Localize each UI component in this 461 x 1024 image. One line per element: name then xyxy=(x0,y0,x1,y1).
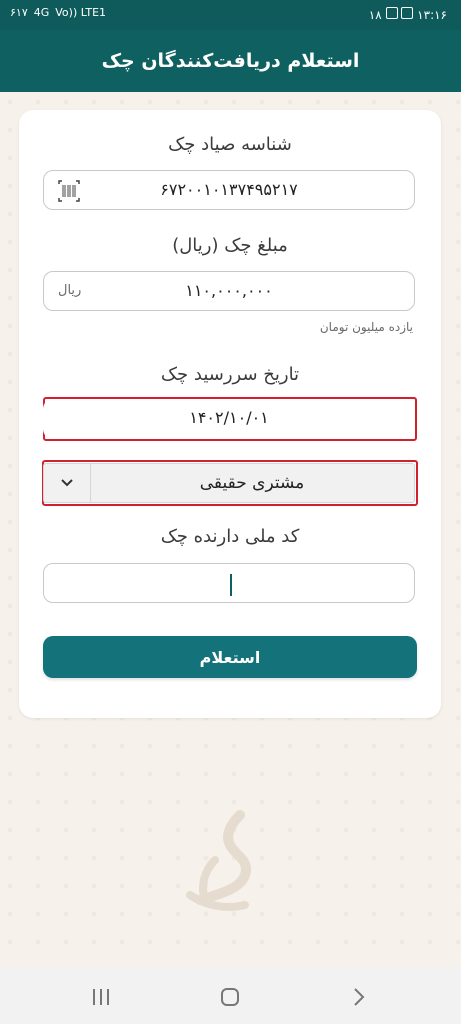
national-id-input[interactable] xyxy=(43,563,415,603)
system-navbar xyxy=(0,967,461,1024)
text-caret xyxy=(230,574,232,596)
customer-type-value: مشتری حقیقی xyxy=(199,473,305,493)
chevron-down-icon[interactable] xyxy=(44,464,91,502)
sayad-label: شناسه صیاد چک xyxy=(168,134,292,155)
amount-value: ۱۱۰,۰۰۰,۰۰۰ xyxy=(185,281,273,300)
amount-label: مبلغ چک (ریال) xyxy=(172,235,288,256)
back-icon[interactable] xyxy=(347,985,371,1009)
volte-text: Vo)) LTE1 xyxy=(55,6,107,19)
amount-words: یازده میلیون تومان xyxy=(319,320,413,334)
brand-logo xyxy=(170,810,270,930)
status-left: ۶۱۷ 4G Vo)) LTE1 xyxy=(10,6,106,19)
inquiry-card: شناسه صیاد چک ۶۷۲۰۰۱۰۱۳۷۴۹۵۲۱۷ مبلغ چک (… xyxy=(19,110,441,718)
sayad-input[interactable]: ۶۷۲۰۰۱۰۱۳۷۴۹۵۲۱۷ xyxy=(43,170,415,210)
customer-type-select[interactable]: مشتری حقیقی xyxy=(43,463,415,503)
home-icon[interactable] xyxy=(218,985,242,1009)
sayad-value: ۶۷۲۰۰۱۰۱۳۷۴۹۵۲۱۷ xyxy=(160,180,298,199)
page-title: استعلام دریافت‌کنندگان چک xyxy=(101,50,360,72)
inquiry-button[interactable]: استعلام xyxy=(43,636,417,678)
barcode-icon[interactable] xyxy=(56,178,82,204)
status-right: ۱۸ ۱۳:۱۶ xyxy=(369,7,447,22)
date-label: تاریخ سررسید چک xyxy=(160,364,300,385)
recent-apps-icon[interactable] xyxy=(89,985,113,1009)
battery-text: ۱۸ xyxy=(368,8,382,22)
date-input[interactable]: ۱۴۰۲/۱۰/۰۱ xyxy=(43,399,415,439)
status-bar: ۶۱۷ 4G Vo)) LTE1 ۱۸ ۱۳:۱۶ xyxy=(0,0,461,30)
message-icon xyxy=(385,7,398,19)
signal-text: ۶۱۷ xyxy=(10,6,28,19)
date-value: ۱۴۰۲/۱۰/۰۱ xyxy=(189,408,269,427)
clock: ۱۳:۱۶ xyxy=(417,8,447,22)
gallery-icon xyxy=(401,7,414,19)
amount-input[interactable]: ۱۱۰,۰۰۰,۰۰۰ ریال xyxy=(43,271,415,311)
amount-unit: ریال xyxy=(58,283,82,298)
app-header: استعلام دریافت‌کنندگان چک xyxy=(0,30,461,92)
national-id-label: کد ملی دارنده چک xyxy=(160,526,300,547)
network-type: 4G xyxy=(33,6,50,19)
